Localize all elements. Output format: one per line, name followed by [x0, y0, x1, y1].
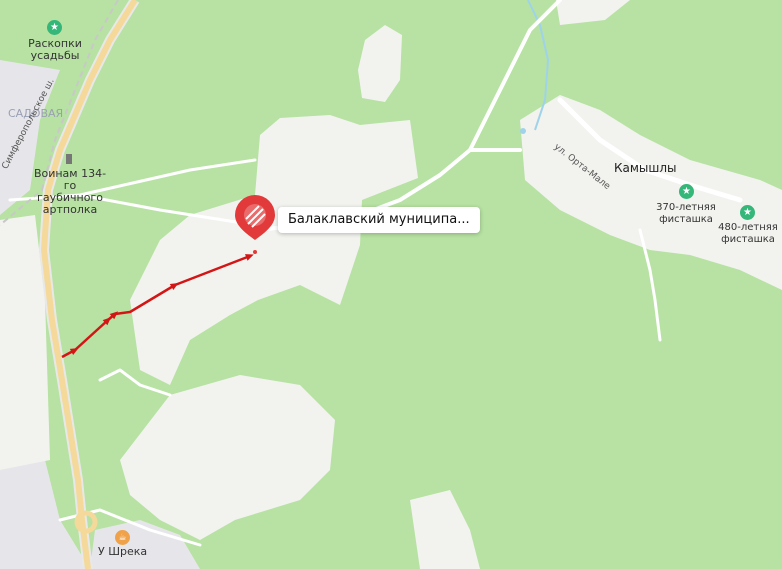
- field-area: [120, 375, 335, 540]
- map-canvas: [0, 0, 782, 569]
- place-label: У Шрека: [98, 545, 148, 558]
- field-area: [556, 0, 630, 25]
- place-label: 480-летняя фисташка: [718, 222, 778, 245]
- pin-label[interactable]: Балаклавский муниципа...: [278, 207, 480, 233]
- place-label: 370-летняя фисташка: [656, 202, 716, 225]
- monument-icon[interactable]: [66, 154, 72, 164]
- map-view[interactable]: Балаклавский муниципа... ★ Раскопки усад…: [0, 0, 782, 569]
- star-icon[interactable]: ★: [47, 20, 62, 35]
- star-icon[interactable]: ★: [740, 205, 755, 220]
- highway: [40, 0, 138, 569]
- star-icon[interactable]: ★: [679, 184, 694, 199]
- village-label: Камышлы: [614, 161, 677, 175]
- place-label: Раскопки усадьбы: [28, 37, 82, 62]
- cafe-icon[interactable]: ☕: [115, 530, 130, 545]
- field-area: [410, 490, 480, 569]
- pond: [520, 128, 526, 134]
- field-area: [130, 115, 418, 385]
- village-area: [520, 95, 782, 290]
- field-area: [358, 25, 402, 102]
- place-label: Воинам 134- го гаубичного артполка: [33, 167, 107, 216]
